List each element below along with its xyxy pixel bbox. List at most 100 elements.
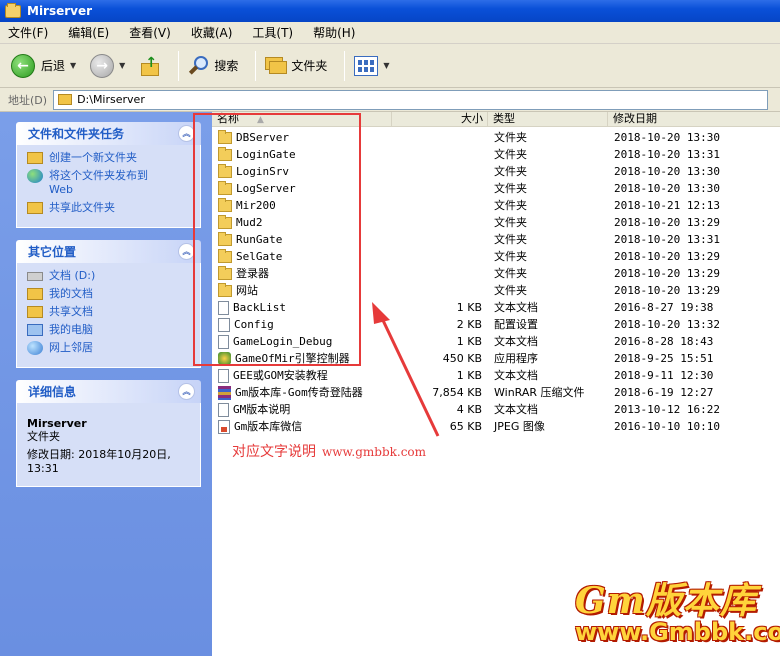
watermark-brand: Gm版本库	[575, 580, 757, 622]
file-modified: 2018-10-20 13:31	[614, 233, 720, 246]
file-modified: 2018-10-20 13:30	[614, 165, 720, 178]
file-tasks-panel: 文件和文件夹任务 ︽ 创建一个新文件夹 将这个文件夹发布到 Web 共享此文件夹	[16, 122, 201, 228]
panel-title: 文件和文件夹任务	[28, 127, 125, 141]
task-new-folder[interactable]: 创建一个新文件夹	[27, 151, 190, 165]
place-shared-documents[interactable]: 共享文档	[27, 305, 190, 319]
file-type: 文件夹	[494, 131, 527, 144]
file-modified: 2018-10-20 13:30	[614, 131, 720, 144]
folders-icon	[265, 56, 288, 75]
address-bar: 地址(D) D:\Mirserver	[0, 88, 780, 112]
file-modified: 2018-6-19 12:27	[614, 386, 714, 399]
menu-help[interactable]: 帮助(H)	[311, 24, 357, 41]
my-documents-icon	[27, 288, 43, 300]
up-button[interactable]: ↑	[136, 53, 164, 79]
place-my-documents[interactable]: 我的文档	[27, 287, 190, 301]
file-name: GEE或GOM安装教程	[233, 369, 328, 382]
toolbar: ← 后退 ▼ → ▼ ↑ 搜索 文件夹 ▼	[0, 44, 780, 88]
details-panel: 详细信息 ︽ Mirserver 文件夹 修改日期: 2018年10月20日, …	[16, 380, 201, 487]
detail-type: 文件夹	[27, 430, 60, 443]
task-label: 共享此文件夹	[49, 201, 115, 214]
file-type: 文本文档	[494, 301, 538, 314]
search-button[interactable]: 搜索	[185, 53, 241, 79]
chevron-down-icon[interactable]: ▼	[70, 61, 76, 70]
drive-icon	[27, 272, 43, 281]
chevron-down-icon[interactable]: ▼	[383, 61, 389, 70]
txt-icon	[218, 402, 229, 417]
window-title: Mirserver	[27, 4, 93, 18]
task-publish-web[interactable]: 将这个文件夹发布到 Web	[27, 169, 190, 197]
back-button[interactable]: ← 后退 ▼	[8, 52, 79, 80]
file-modified: 2016-8-28 18:43	[614, 335, 714, 348]
panel-body: 创建一个新文件夹 将这个文件夹发布到 Web 共享此文件夹	[16, 145, 201, 228]
file-modified: 2018-10-20 13:29	[614, 267, 720, 280]
file-modified: 2018-9-25 15:51	[614, 352, 714, 365]
place-network[interactable]: 网上邻居	[27, 341, 190, 355]
file-modified: 2018-9-11 12:30	[614, 369, 714, 382]
folders-button[interactable]: 文件夹	[262, 55, 330, 77]
file-row[interactable]: GM版本说明 4 KB 文本文档 2013-10-12 16:22	[212, 401, 780, 418]
task-share-folder[interactable]: 共享此文件夹	[27, 201, 190, 215]
file-name-cell[interactable]: Gm版本库-Gom传奇登陆器	[218, 384, 363, 401]
address-input[interactable]: D:\Mirserver	[53, 89, 769, 110]
column-modified[interactable]: 修改日期	[608, 112, 780, 127]
file-type: 配置设置	[494, 318, 538, 331]
task-pane: 文件和文件夹任务 ︽ 创建一个新文件夹 将这个文件夹发布到 Web 共享此文件夹 …	[0, 112, 212, 656]
column-type[interactable]: 类型	[488, 112, 608, 127]
detail-modified-time: 13:31	[27, 462, 59, 475]
txt-icon	[218, 368, 229, 383]
file-row[interactable]: GEE或GOM安装教程 1 KB 文本文档 2018-9-11 12:30	[212, 367, 780, 384]
file-row[interactable]: Gm版本库微信 65 KB JPEG 图像 2016-10-10 10:10	[212, 418, 780, 435]
file-type: 文本文档	[494, 403, 538, 416]
panel-header[interactable]: 详细信息 ︽	[16, 380, 201, 403]
back-label: 后退	[41, 59, 66, 73]
collapse-icon[interactable]: ︽	[178, 383, 195, 400]
menu-edit[interactable]: 编辑(E)	[66, 24, 111, 41]
file-modified: 2018-10-20 13:29	[614, 216, 720, 229]
file-name: GM版本说明	[233, 403, 291, 416]
panel-header[interactable]: 文件和文件夹任务 ︽	[16, 122, 201, 145]
file-name-cell[interactable]: GEE或GOM安装教程	[218, 367, 328, 384]
forward-arrow-icon: →	[90, 53, 115, 78]
file-name-cell[interactable]: GM版本说明	[218, 401, 290, 418]
menu-tools[interactable]: 工具(T)	[250, 24, 295, 41]
shared-documents-icon	[27, 306, 43, 318]
menu-file[interactable]: 文件(F)	[6, 24, 50, 41]
file-modified: 2018-10-21 12:13	[614, 199, 720, 212]
detail-name: Mirserver	[27, 417, 87, 430]
menu-view[interactable]: 查看(V)	[127, 24, 173, 41]
place-my-computer[interactable]: 我的电脑	[27, 323, 190, 337]
folder-up-icon: ↑	[139, 55, 161, 77]
menu-favorites[interactable]: 收藏(A)	[189, 24, 235, 41]
file-name-cell[interactable]: Gm版本库微信	[218, 418, 302, 435]
place-label: 共享文档	[49, 305, 93, 318]
search-label: 搜索	[214, 59, 239, 73]
watermark-url: www.Gmbbk.com	[575, 618, 780, 646]
toolbar-divider	[255, 50, 257, 81]
panel-header[interactable]: 其它位置 ︽	[16, 240, 201, 263]
place-drive-d[interactable]: 文档 (D:)	[27, 269, 190, 283]
task-label-line: Web	[49, 183, 73, 196]
views-button[interactable]: ▼	[351, 54, 392, 78]
share-folder-icon	[27, 202, 43, 214]
column-size-label: 大小	[461, 112, 483, 125]
toolbar-divider	[344, 50, 346, 81]
task-label-line: 将这个文件夹发布到	[49, 169, 148, 182]
title-bar: Mirserver	[0, 0, 780, 22]
annotation-arrow	[372, 302, 440, 437]
watermark-logo: Gm版本库 www.Gmbbk.com	[575, 572, 780, 656]
place-label: 文档 (D:)	[49, 269, 96, 282]
file-type: 文本文档	[494, 335, 538, 348]
file-type: 文件夹	[494, 165, 527, 178]
file-row[interactable]: Gm版本库-Gom传奇登陆器 7,854 KB WinRAR 压缩文件 2018-6-…	[212, 384, 780, 401]
chevron-down-icon[interactable]: ▼	[119, 61, 125, 70]
annotation-label: 对应文字说明	[232, 444, 316, 460]
file-type: 文件夹	[494, 182, 527, 195]
file-type: 文件夹	[494, 284, 527, 297]
globe-icon	[27, 169, 43, 183]
folders-label: 文件夹	[291, 59, 328, 73]
panel-body: Mirserver 文件夹 修改日期: 2018年10月20日, 13:31	[16, 403, 201, 487]
search-icon	[188, 55, 210, 77]
column-size[interactable]: 大小	[392, 112, 488, 127]
task-label: 创建一个新文件夹	[49, 151, 137, 164]
forward-button[interactable]: → ▼	[87, 52, 128, 80]
